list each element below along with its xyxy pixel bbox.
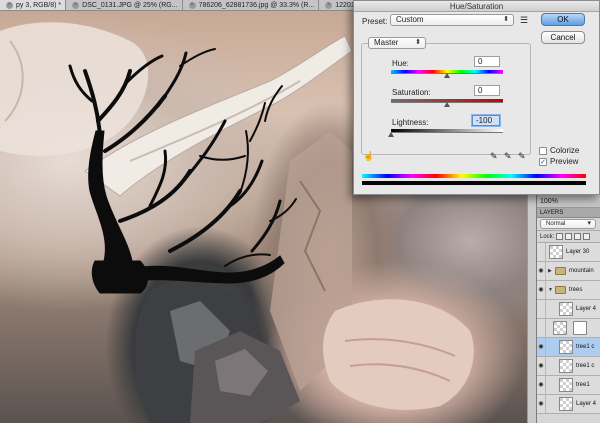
lock-move-icon[interactable]	[574, 233, 582, 240]
layer-row[interactable]: ◉ Layer 4	[537, 395, 600, 414]
blend-mode-value: Normal	[546, 221, 566, 227]
input-spectrum-bar	[362, 174, 586, 178]
preset-select[interactable]: Custom ⬍	[390, 14, 514, 26]
lightness-value-input[interactable]: -100	[472, 115, 500, 126]
tab-label: DSC_0131.JPG @ 25% (RG...	[82, 2, 178, 9]
layer-row[interactable]: ◉ ▼ trees	[537, 281, 600, 300]
hue-saturation-dialog: Hue/Saturation Preset: Custom ⬍ ☰ OK Canc…	[353, 0, 600, 195]
layer-thumbnail	[559, 397, 573, 411]
layer-name: Layer 4	[576, 306, 597, 312]
lightness-slider-thumb[interactable]	[388, 132, 394, 137]
layer-row[interactable]: ◉ tree1	[537, 376, 600, 395]
layer-list: Layer 30 ◉ ▶ mountain ◉ ▼ trees Layer 4 ◉ tree1 c…	[537, 243, 600, 414]
layer-row[interactable]: ◉ tree1 c	[537, 357, 600, 376]
channel-value: Master	[374, 38, 399, 47]
layer-name: tree1	[576, 382, 590, 388]
eyedropper-icon[interactable]: ✎	[490, 151, 498, 162]
layer-thumbnail	[549, 245, 563, 259]
visibility-eye-icon[interactable]	[537, 319, 546, 338]
lock-transparency-icon[interactable]	[556, 233, 564, 240]
colorize-label: Colorize	[550, 146, 580, 155]
visibility-eye-icon[interactable]	[537, 300, 546, 319]
colorize-checkbox[interactable]	[539, 147, 547, 155]
tab-label: 786206_62881736.jpg @ 33.3% (R...	[198, 2, 315, 9]
expanded-triangle-icon[interactable]: ▼	[548, 281, 553, 300]
document-tab-786206[interactable]: × 786206_62881736.jpg @ 33.3% (R...	[182, 0, 320, 10]
dialog-title: Hue/Saturation	[354, 1, 599, 12]
layers-panel-title[interactable]: LAYERS	[537, 208, 600, 218]
blend-mode-row: Normal ▾	[537, 218, 600, 231]
folder-icon	[555, 267, 566, 275]
layer-thumbnail	[559, 340, 573, 354]
layer-name: tree1 c	[576, 363, 595, 369]
close-tab-icon[interactable]: ×	[72, 2, 80, 9]
ok-button[interactable]: OK	[541, 13, 585, 26]
hand-target-icon[interactable]: ☝	[363, 151, 374, 162]
lightness-slider-track[interactable]	[391, 132, 503, 133]
eyedropper-minus-icon[interactable]: ✎	[518, 151, 526, 162]
close-tab-icon[interactable]: ×	[188, 2, 196, 9]
collapsed-triangle-icon[interactable]: ▶	[548, 262, 552, 281]
lock-paint-icon[interactable]	[565, 233, 573, 240]
close-tab-icon[interactable]: ×	[325, 2, 333, 9]
layer-name: trees	[569, 287, 583, 293]
layer-name: Layer 4	[576, 401, 597, 407]
canvas-vertical-scrollbar[interactable]	[527, 195, 536, 423]
folder-icon	[555, 286, 566, 294]
zoom-readout[interactable]: 100%	[537, 195, 600, 208]
eyedropper-plus-icon[interactable]: ✎	[504, 151, 512, 162]
document-tab-active[interactable]: × py 3, RGB/8) *	[0, 0, 67, 10]
visibility-eye-icon[interactable]: ◉	[537, 338, 546, 357]
layer-thumbnail	[559, 378, 573, 392]
layer-row[interactable]: ◉ tree1 c	[537, 338, 600, 357]
layer-mask-thumbnail[interactable]	[573, 321, 587, 335]
layer-name: mountain	[569, 268, 594, 274]
close-tab-icon[interactable]: ×	[6, 2, 13, 9]
preset-options-icon[interactable]: ☰	[520, 15, 528, 26]
visibility-eye-icon[interactable]: ◉	[537, 376, 546, 395]
layer-row[interactable]: ◉ ▶ mountain	[537, 262, 600, 281]
lightness-label: Lightness:	[392, 118, 429, 127]
chevron-updown-icon: ⬍	[503, 16, 509, 23]
layer-row[interactable]: Layer 4	[537, 300, 600, 319]
hue-value-input[interactable]: 0	[474, 56, 500, 67]
saturation-value-input[interactable]: 0	[474, 85, 500, 96]
layer-thumbnail	[553, 321, 567, 335]
document-tab-dsc0131[interactable]: × DSC_0131.JPG @ 25% (RG...	[66, 0, 183, 10]
visibility-eye-icon[interactable]: ◉	[537, 395, 546, 414]
layer-name: Layer 30	[566, 249, 590, 255]
preset-label: Preset:	[362, 17, 388, 26]
hue-label: Hue:	[392, 59, 409, 68]
layer-row[interactable]	[537, 319, 600, 338]
visibility-eye-icon[interactable]: ◉	[537, 281, 546, 300]
saturation-slider-thumb[interactable]	[444, 102, 450, 107]
saturation-label: Saturation:	[392, 88, 431, 97]
visibility-eye-icon[interactable]	[537, 243, 546, 262]
layer-thumbnail	[559, 302, 573, 316]
cancel-button[interactable]: Cancel	[541, 31, 585, 44]
chevron-updown-icon: ⬍	[415, 39, 421, 46]
lock-label: Lock:	[540, 233, 555, 240]
visibility-eye-icon[interactable]: ◉	[537, 357, 546, 376]
layer-row[interactable]: Layer 30	[537, 243, 600, 262]
lock-all-icon[interactable]	[583, 233, 591, 240]
visibility-eye-icon[interactable]: ◉	[537, 262, 546, 281]
channel-select[interactable]: Master ⬍	[368, 37, 426, 49]
blend-mode-select[interactable]: Normal ▾	[540, 219, 596, 229]
preview-label: Preview	[550, 157, 579, 166]
right-panel-dock: 100% LAYERS Normal ▾ Lock: Layer 30 ◉ ▶ moun…	[536, 195, 600, 423]
layer-thumbnail	[559, 359, 573, 373]
lock-row: Lock:	[537, 231, 600, 243]
chevron-down-icon: ▾	[587, 220, 591, 227]
output-spectrum-bar	[362, 181, 586, 185]
tab-label: py 3, RGB/8) *	[16, 2, 62, 9]
preset-value: Custom	[396, 15, 424, 24]
layer-name: tree1 c	[576, 344, 595, 350]
preview-checkbox[interactable]: ✓	[539, 158, 547, 166]
hue-slider-thumb[interactable]	[444, 73, 450, 78]
